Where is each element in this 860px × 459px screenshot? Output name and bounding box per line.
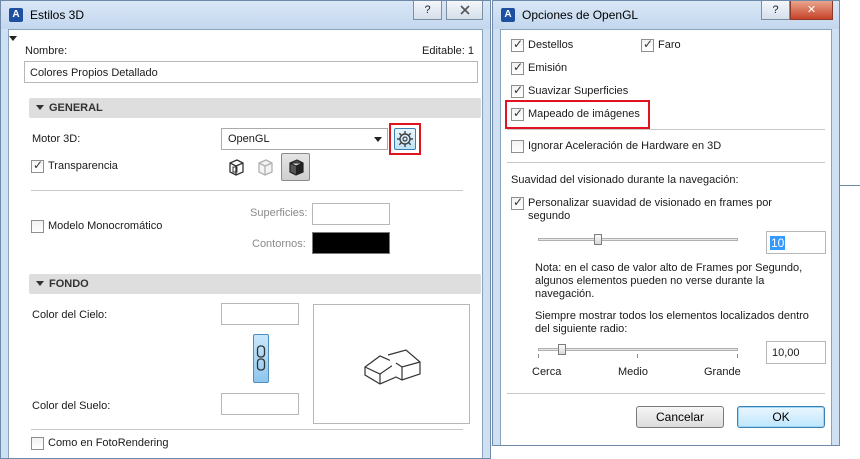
opengl-options-window: A Opciones de OpenGL ? ✕ Destellos Faro …: [492, 0, 840, 446]
contours-label: Contornos:: [252, 238, 306, 250]
help-button[interactable]: ?: [413, 1, 442, 20]
faro-label: Faro: [658, 39, 681, 51]
personalizar-checkbox[interactable]: [511, 195, 524, 210]
general-divider: [31, 190, 463, 191]
close-button[interactable]: [446, 1, 483, 20]
chain-link-icon: [256, 345, 266, 371]
ignorar-aceleracion-checkbox[interactable]: [511, 140, 524, 153]
shaded-model-icon: [289, 159, 304, 176]
radius-slider-tick: [538, 354, 539, 358]
destellos-label: Destellos: [528, 39, 574, 51]
estilos-3d-title: Estilos 3D: [30, 8, 85, 22]
cancel-button[interactable]: Cancelar: [636, 406, 724, 428]
faro-checkbox[interactable]: [641, 37, 654, 52]
radius-text-line-1: Siempre mostrar todos los elementos loca…: [535, 310, 809, 322]
chevron-down-icon: [374, 137, 382, 142]
name-field[interactable]: Colores Propios Detallado: [24, 61, 478, 83]
fps-input-value: 10: [770, 236, 786, 250]
note-line-1: Nota: en el caso de valor alto de Frames…: [535, 262, 803, 274]
sky-color-label: Color del Cielo:: [32, 309, 108, 321]
transparency-checkbox[interactable]: [31, 158, 44, 173]
buttons-divider: [507, 393, 825, 394]
monochrome-label: Modelo Monocromático: [48, 220, 163, 232]
archicad-app-icon: A: [501, 8, 515, 22]
ground-color-label: Color del Suelo:: [32, 400, 111, 412]
options-divider-1: [507, 129, 825, 130]
help-button[interactable]: ?: [761, 1, 790, 20]
background-section-title: FONDO: [49, 278, 89, 290]
slider-label-mid: Medio: [618, 366, 648, 378]
radius-slider-tick: [737, 354, 738, 358]
expand-triangle-icon: [36, 281, 44, 286]
expand-triangle-icon: [36, 105, 44, 110]
shaded-model-button[interactable]: [281, 153, 310, 181]
ground-color-field[interactable]: [221, 393, 299, 415]
engine-label: Motor 3D:: [32, 133, 81, 145]
suavizar-checkbox[interactable]: [511, 83, 524, 98]
surfaces-color-field[interactable]: [312, 203, 390, 225]
slider-label-far: Grande: [704, 366, 741, 378]
photorendering-checkbox[interactable]: [31, 437, 44, 450]
fps-slider-track[interactable]: [538, 238, 738, 241]
estilos-3d-window: A Estilos 3D ? Nombre: Editable: 1 Color…: [0, 0, 491, 459]
radius-input[interactable]: 10,00: [766, 341, 826, 364]
monochrome-checkbox[interactable]: [31, 220, 44, 233]
suavizar-label: Suavizar Superficies: [528, 85, 629, 97]
engine-select[interactable]: OpenGL: [221, 128, 388, 150]
name-field-value: Colores Propios Detallado: [30, 67, 158, 79]
contours-color-field[interactable]: [312, 232, 390, 254]
background-canvas-line: [840, 185, 860, 186]
general-section-header[interactable]: GENERAL: [29, 98, 481, 118]
engine-select-value: OpenGL: [228, 133, 270, 145]
opengl-title-bar[interactable]: A Opciones de OpenGL ? ✕: [493, 1, 839, 29]
sky-color-field[interactable]: [221, 303, 299, 325]
ok-button[interactable]: OK: [737, 406, 825, 428]
radius-input-value: 10,00: [772, 347, 800, 359]
link-colors-button[interactable]: [253, 334, 269, 383]
background-divider: [31, 429, 463, 430]
fps-slider-thumb[interactable]: [594, 234, 602, 245]
editable-count: Editable: 1: [422, 45, 474, 57]
settings-highlight-box: [389, 123, 421, 155]
slider-label-near: Cerca: [532, 366, 562, 378]
archicad-app-icon: A: [9, 8, 23, 22]
transparency-label: Transparencia: [48, 160, 118, 172]
close-icon: [459, 5, 470, 15]
fps-input[interactable]: 10: [766, 231, 826, 254]
estilos-3d-title-bar[interactable]: A Estilos 3D ?: [1, 1, 490, 29]
personalizar-label-line1: Personalizar suavidad de visionado en fr…: [528, 197, 772, 209]
surfaces-label: Superficies:: [250, 207, 308, 219]
collapse-arrow-icon[interactable]: [9, 36, 17, 42]
destellos-checkbox[interactable]: [511, 37, 524, 52]
radius-slider-tick: [637, 354, 638, 358]
wireframe-model-icon[interactable]: [254, 156, 276, 178]
note-line-2: algunos elementos pueden no verse durant…: [535, 275, 765, 287]
emision-checkbox[interactable]: [511, 60, 524, 75]
opengl-title: Opciones de OpenGL: [522, 8, 639, 22]
personalizar-label-line2: segundo: [528, 210, 571, 222]
options-divider-2: [507, 162, 825, 163]
mapeado-highlight-box: [505, 100, 650, 129]
close-button[interactable]: ✕: [790, 1, 833, 20]
estilos-3d-client: Nombre: Editable: 1 Colores Propios Deta…: [8, 29, 483, 458]
name-label: Nombre:: [25, 45, 68, 57]
solid-model-icon[interactable]: [225, 156, 247, 178]
navigation-smoothness-heading: Suavidad del visionado durante la navega…: [511, 174, 739, 186]
opengl-client: Destellos Faro Emisión Suavizar Superfic…: [500, 29, 832, 445]
background-section-header[interactable]: FONDO: [29, 274, 481, 294]
radius-slider-track[interactable]: [538, 348, 738, 351]
note-line-3: navegación.: [535, 288, 595, 300]
radius-text-line-2: del siguiente radio:: [535, 323, 628, 335]
emision-label: Emisión: [528, 62, 568, 74]
general-section-title: GENERAL: [49, 102, 103, 114]
house-preview-icon: [364, 349, 421, 385]
radius-slider-thumb[interactable]: [558, 344, 566, 355]
background-preview: [313, 304, 470, 424]
photorendering-label: Como en FotoRendering: [48, 437, 169, 449]
ignorar-aceleracion-label: Ignorar Aceleración de Hardware en 3D: [528, 140, 722, 152]
